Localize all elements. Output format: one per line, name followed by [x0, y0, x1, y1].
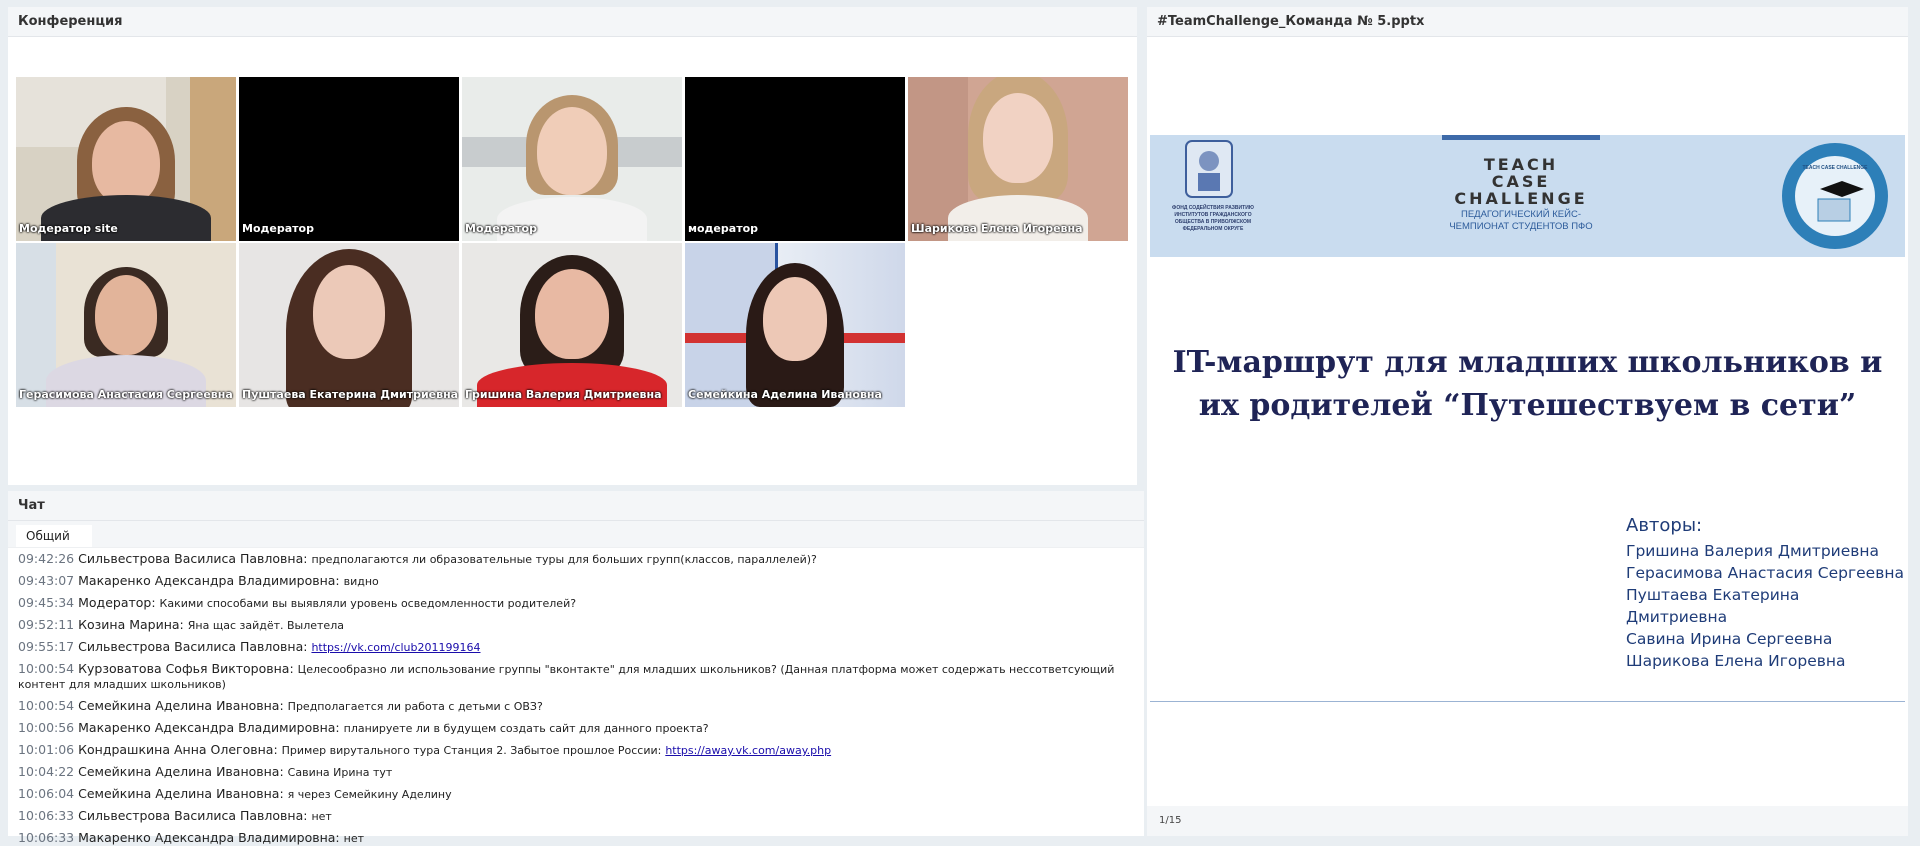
chat-tabs: Общий	[8, 521, 1144, 548]
conference-panel: Конференция Модератор site Модератор Мод…	[8, 7, 1137, 485]
logo-line-2: CASE	[1491, 172, 1551, 191]
slide-page-indicator: 1/15	[1147, 806, 1908, 836]
author-name: Пуштаева Екатерина Дмитриевна	[1626, 586, 1800, 626]
chat-message: 09:52:11 Козина Марина: Яна щас зайдёт. …	[18, 618, 344, 632]
chat-message: 10:00:54 Курзоватова Софья Викторовна: Ц…	[18, 662, 1115, 691]
participant-name: Гришина Валерия Дмитриевна	[465, 388, 662, 401]
chat-message: 09:42:26 Сильвестрова Василиса Павловна:…	[18, 552, 817, 566]
logo-sub-1: ПЕДАГОГИЧЕСКИЙ КЕЙС-	[1461, 209, 1581, 220]
video-tile-moderator-2[interactable]: Модератор	[239, 77, 459, 241]
chat-link[interactable]: https://away.vk.com/away.php	[665, 744, 831, 757]
participant-name: Модератор site	[19, 222, 118, 235]
slide: ФОНД СОДЕЙСТВИЯ РАЗВИТИЮ ИНСТИТУТОВ ГРАЖ…	[1150, 135, 1905, 702]
chat-message: 10:06:04 Семейкина Аделина Ивановна: я ч…	[18, 787, 452, 801]
video-tile-moderator-site[interactable]: Модератор site	[16, 77, 236, 241]
chat-title: Чат	[8, 491, 1144, 521]
slide-title-line-1: IT-маршрут для младших школьников и	[1172, 345, 1883, 380]
slide-banner: ФОНД СОДЕЙСТВИЯ РАЗВИТИЮ ИНСТИТУТОВ ГРАЖ…	[1150, 135, 1905, 262]
presentation-panel: #TeamChallenge_Команда № 5.pptx ФОНД СОД…	[1147, 7, 1908, 836]
video-tile-moderator-3[interactable]: Модератор	[462, 77, 682, 241]
chat-panel: Чат Общий 09:42:26 Сильвестрова Василиса…	[8, 491, 1144, 845]
participant-name: Герасимова Анастасия Сергеевна	[19, 388, 233, 401]
chat-message: 10:00:56 Макаренко Адександра Владимиров…	[18, 721, 709, 735]
participant-name: Модератор	[465, 222, 537, 235]
chat-message: 09:43:07 Макаренко Адександра Владимиров…	[18, 574, 379, 588]
logo-line-1: TEACH	[1483, 155, 1559, 174]
chat-messages: 09:42:26 Сильвестрова Василиса Павловна:…	[8, 548, 1144, 846]
chat-message: 10:00:54 Семейкина Аделина Ивановна: Пре…	[18, 699, 543, 713]
author-name: Герасимова Анастасия Сергеевна	[1626, 564, 1904, 582]
video-tile-sharikova[interactable]: Шарикова Елена Игоревна	[908, 77, 1128, 241]
participant-name: Семейкина Аделина Ивановна	[688, 388, 882, 401]
conference-title: Конференция	[8, 7, 1137, 37]
emblem-text: TEACH CASE CHALLENGE	[1802, 165, 1868, 171]
slide-authors: Авторы: Гришина Валерия Дмитриевна Герас…	[1626, 515, 1905, 672]
authors-label: Авторы:	[1626, 515, 1703, 536]
author-name: Шарикова Елена Игоревна	[1626, 652, 1846, 670]
logo-line-3: CHALLENGE	[1454, 189, 1588, 208]
chat-message: 10:04:22 Семейкина Аделина Ивановна: Сав…	[18, 765, 393, 779]
participant-name: Модератор	[242, 222, 314, 235]
university-emblem: TEACH CASE CHALLENGE	[1780, 141, 1890, 251]
participant-name: Пуштаева Екатерина Дмитриевна	[242, 388, 459, 401]
foundation-logo	[1184, 139, 1234, 199]
participant-name: модератор	[688, 222, 758, 235]
chat-message: 09:55:17 Сильвестрова Василиса Павловна:…	[18, 640, 481, 654]
video-tile-moderator-4[interactable]: модератор	[685, 77, 905, 241]
tab-general[interactable]: Общий	[16, 525, 92, 547]
video-tile-grishina[interactable]: Гришина Валерия Дмитриевна	[462, 243, 682, 407]
slide-title: IT-маршрут для младших школьников и их р…	[1150, 341, 1905, 427]
author-name: Савина Ирина Сергеевна	[1626, 630, 1833, 648]
chat-message: 10:06:33 Макаренко Адександра Владимиров…	[18, 831, 364, 845]
author-name: Гришина Валерия Дмитриевна	[1626, 542, 1880, 560]
participant-name: Шарикова Елена Игоревна	[911, 222, 1083, 235]
chat-message: 10:06:33 Сильвестрова Василиса Павловна:…	[18, 809, 332, 823]
teach-case-logo: TEACH CASE CHALLENGE ПЕДАГОГИЧЕСКИЙ КЕЙС…	[1442, 135, 1600, 262]
chat-message: 10:01:06 Кондрашкина Анна Олеговна: Прим…	[18, 743, 832, 757]
video-tile-pushtaeva[interactable]: Пуштаева Екатерина Дмитриевна	[239, 243, 459, 407]
foundation-logo-text: ФОНД СОДЕЙСТВИЯ РАЗВИТИЮ ИНСТИТУТОВ ГРАЖ…	[1172, 205, 1254, 232]
presentation-title: #TeamChallenge_Команда № 5.pptx	[1147, 7, 1908, 37]
chat-link[interactable]: https://vk.com/club201199164	[311, 641, 480, 654]
slide-title-line-2: их родителей “Путешествуем в сети”	[1198, 388, 1857, 423]
video-tile-gerasimova[interactable]: Герасимова Анастасия Сергеевна	[16, 243, 236, 407]
chat-message: 09:45:34 Модератор: Какими способами вы …	[18, 596, 577, 610]
logo-sub-2: ЧЕМПИОНАТ СТУДЕНТОВ ПФО	[1449, 221, 1593, 232]
video-tile-semeykina[interactable]: Семейкина Аделина Ивановна	[685, 243, 905, 407]
